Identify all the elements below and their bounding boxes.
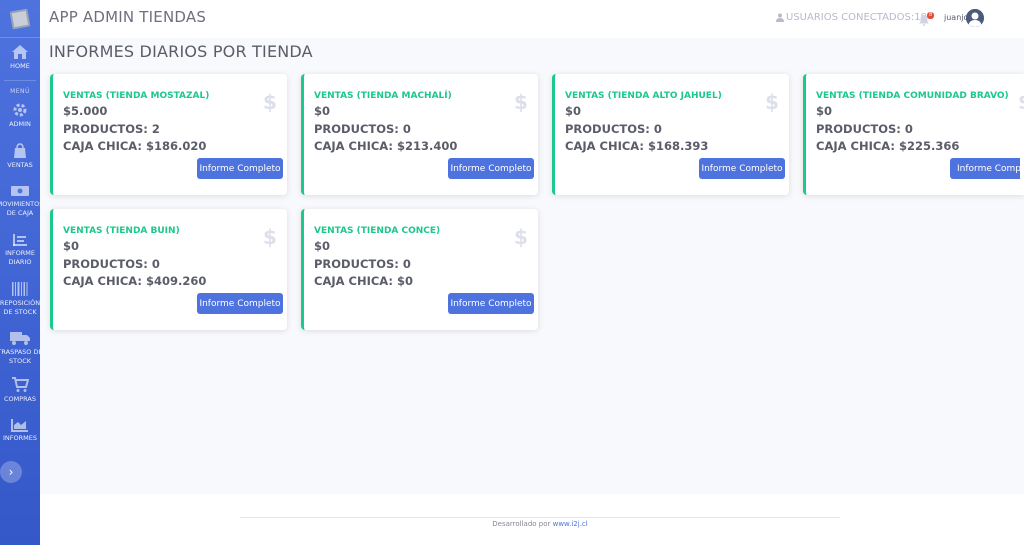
sidebar-toggle-button[interactable]: › — [0, 461, 22, 483]
money-bill-icon — [11, 186, 29, 196]
card-sales-value: $0 — [314, 104, 331, 118]
card-products: PRODUCTOS: 0 — [314, 122, 411, 136]
full-report-button[interactable]: Informe Completo — [448, 293, 534, 314]
card-title: VENTAS (TIENDA ALTO JAHUEL) — [565, 91, 722, 101]
chart-icon — [11, 419, 28, 432]
page-title: INFORMES DIARIOS POR TIENDA — [49, 42, 313, 61]
full-report-button[interactable]: Informe Completo — [950, 158, 1020, 179]
connected-users: USUARIOS CONECTADOS:19 — [776, 12, 927, 23]
avatar[interactable] — [966, 9, 984, 27]
sidebar-item-label: INFORMES — [3, 434, 37, 442]
full-report-button[interactable]: Informe Completo — [197, 293, 283, 314]
sidebar-item-compras[interactable]: COMPRAS — [0, 377, 40, 404]
sidebar-item-label: REPOSICIÓN — [0, 299, 40, 307]
card-products: PRODUCTOS: 0 — [565, 122, 662, 136]
footer: Desarrollado por www.i2j.cl — [0, 520, 1024, 528]
sidebar-heading: MENÚ — [10, 88, 30, 95]
sidebar-item-informes[interactable]: INFORMES — [0, 418, 40, 443]
store-card: VENTAS (TIENDA MOSTAZAL) $5.000 PRODUCTO… — [50, 74, 287, 195]
card-sales-value: $5.000 — [63, 104, 108, 118]
sidebar-item-label: HOME — [10, 62, 30, 70]
card-petty-cash: CAJA CHICA: $0 — [314, 274, 414, 288]
sidebar-item-label: DE STOCK — [3, 308, 37, 316]
card-title: VENTAS (TIENDA BUIN) — [63, 226, 180, 236]
list-icon — [13, 234, 27, 246]
card-petty-cash: CAJA CHICA: $186.020 — [63, 139, 207, 153]
card-petty-cash: CAJA CHICA: $213.400 — [314, 139, 458, 153]
card-title: VENTAS (TIENDA CONCE) — [314, 226, 441, 236]
card-title: VENTAS (TIENDA COMUNIDAD BRAVO) — [816, 91, 1009, 101]
store-card: VENTAS (TIENDA BUIN) $0 PRODUCTOS: 0 CAJ… — [50, 209, 287, 330]
sidebar-item-informe-diario[interactable]: INFORME DIARIO — [0, 233, 40, 267]
app-title: APP ADMIN TIENDAS — [49, 8, 207, 26]
sidebar: HOME MENÚ ADMIN VENTAS MOVIMIENTOS DE CA… — [0, 0, 40, 545]
full-report-button[interactable]: Informe Completo — [699, 158, 785, 179]
sidebar-item-reposicion-stock[interactable]: REPOSICIÓN DE STOCK — [0, 281, 40, 317]
dollar-icon: $ — [263, 225, 277, 249]
sidebar-item-ventas[interactable]: VENTAS — [0, 143, 40, 170]
card-sales-value: $0 — [565, 104, 582, 118]
user-avatar-icon — [966, 9, 984, 27]
sidebar-item-label: VENTAS — [7, 161, 33, 169]
cart-icon — [12, 377, 29, 392]
sidebar-item-label: INFORME — [5, 249, 35, 257]
sidebar-item-label: DE CAJA — [6, 209, 34, 217]
card-sales-value: $0 — [314, 239, 331, 253]
card-title: VENTAS (TIENDA MOSTAZAL) — [63, 91, 210, 101]
dollar-icon: $ — [514, 225, 528, 249]
sidebar-item-label: TRASPASO DE — [0, 348, 40, 356]
sidebar-item-home[interactable]: HOME — [0, 44, 40, 71]
store-card: VENTAS (TIENDA MACHALÍ) $0 PRODUCTOS: 0 … — [301, 74, 538, 195]
card-products: PRODUCTOS: 0 — [314, 257, 411, 271]
card-petty-cash: CAJA CHICA: $409.260 — [63, 274, 207, 288]
card-sales-value: $0 — [63, 239, 80, 253]
card-sales-value: $0 — [816, 104, 833, 118]
full-report-button[interactable]: Informe Completo — [197, 158, 283, 179]
sidebar-item-traspaso-stock[interactable]: TRASPASO DE STOCK — [0, 330, 40, 366]
chevron-right-icon: › — [8, 465, 14, 479]
user-name[interactable]: juanjo — [944, 13, 968, 22]
store-card: VENTAS (TIENDA COMUNIDAD BRAVO) $0 PRODU… — [803, 74, 1024, 195]
dollar-icon: $ — [765, 90, 779, 114]
home-icon — [12, 45, 28, 59]
sidebar-item-label: ADMIN — [9, 120, 31, 128]
sidebar-divider — [4, 80, 36, 81]
card-petty-cash: CAJA CHICA: $168.393 — [565, 139, 709, 153]
store-card: VENTAS (TIENDA ALTO JAHUEL) $0 PRODUCTOS… — [552, 74, 789, 195]
logo-icon — [9, 8, 31, 29]
truck-icon — [10, 332, 30, 345]
sidebar-item-label: COMPRAS — [3, 395, 36, 403]
barcode-icon — [12, 282, 28, 296]
card-products: PRODUCTOS: 2 — [63, 122, 160, 136]
footer-text: Desarrollado por — [492, 520, 553, 528]
footer-link[interactable]: www.i2j.cl — [553, 520, 588, 528]
dollar-icon: $ — [1018, 90, 1024, 114]
gear-icon — [13, 103, 27, 117]
sidebar-item-admin[interactable]: ADMIN — [0, 102, 40, 129]
sidebar-item-label: DIARIO — [8, 258, 32, 266]
main-content: INFORMES DIARIOS POR TIENDA VENTAS (TIEN… — [40, 38, 1024, 494]
store-card: VENTAS (TIENDA CONCE) $0 PRODUCTOS: 0 CA… — [301, 209, 538, 330]
brand-logo[interactable] — [0, 0, 40, 38]
sidebar-item-label: MOVIMIENTOS — [0, 200, 40, 208]
card-petty-cash: CAJA CHICA: $225.366 — [816, 139, 960, 153]
shopping-bag-icon — [14, 143, 26, 158]
alerts-count-badge: 8 — [927, 12, 935, 19]
sidebar-item-movimientos-caja[interactable]: MOVIMIENTOS DE CAJA — [0, 184, 40, 218]
user-icon — [776, 13, 784, 22]
sidebar-item-label: STOCK — [8, 357, 31, 365]
footer-divider — [240, 517, 840, 518]
card-title: VENTAS (TIENDA MACHALÍ) — [314, 91, 452, 101]
connected-users-label: USUARIOS CONECTADOS:19 — [786, 12, 927, 23]
full-report-button[interactable]: Informe Completo — [448, 158, 534, 179]
card-products: PRODUCTOS: 0 — [63, 257, 160, 271]
card-products: PRODUCTOS: 0 — [816, 122, 913, 136]
dollar-icon: $ — [514, 90, 528, 114]
dollar-icon: $ — [263, 90, 277, 114]
